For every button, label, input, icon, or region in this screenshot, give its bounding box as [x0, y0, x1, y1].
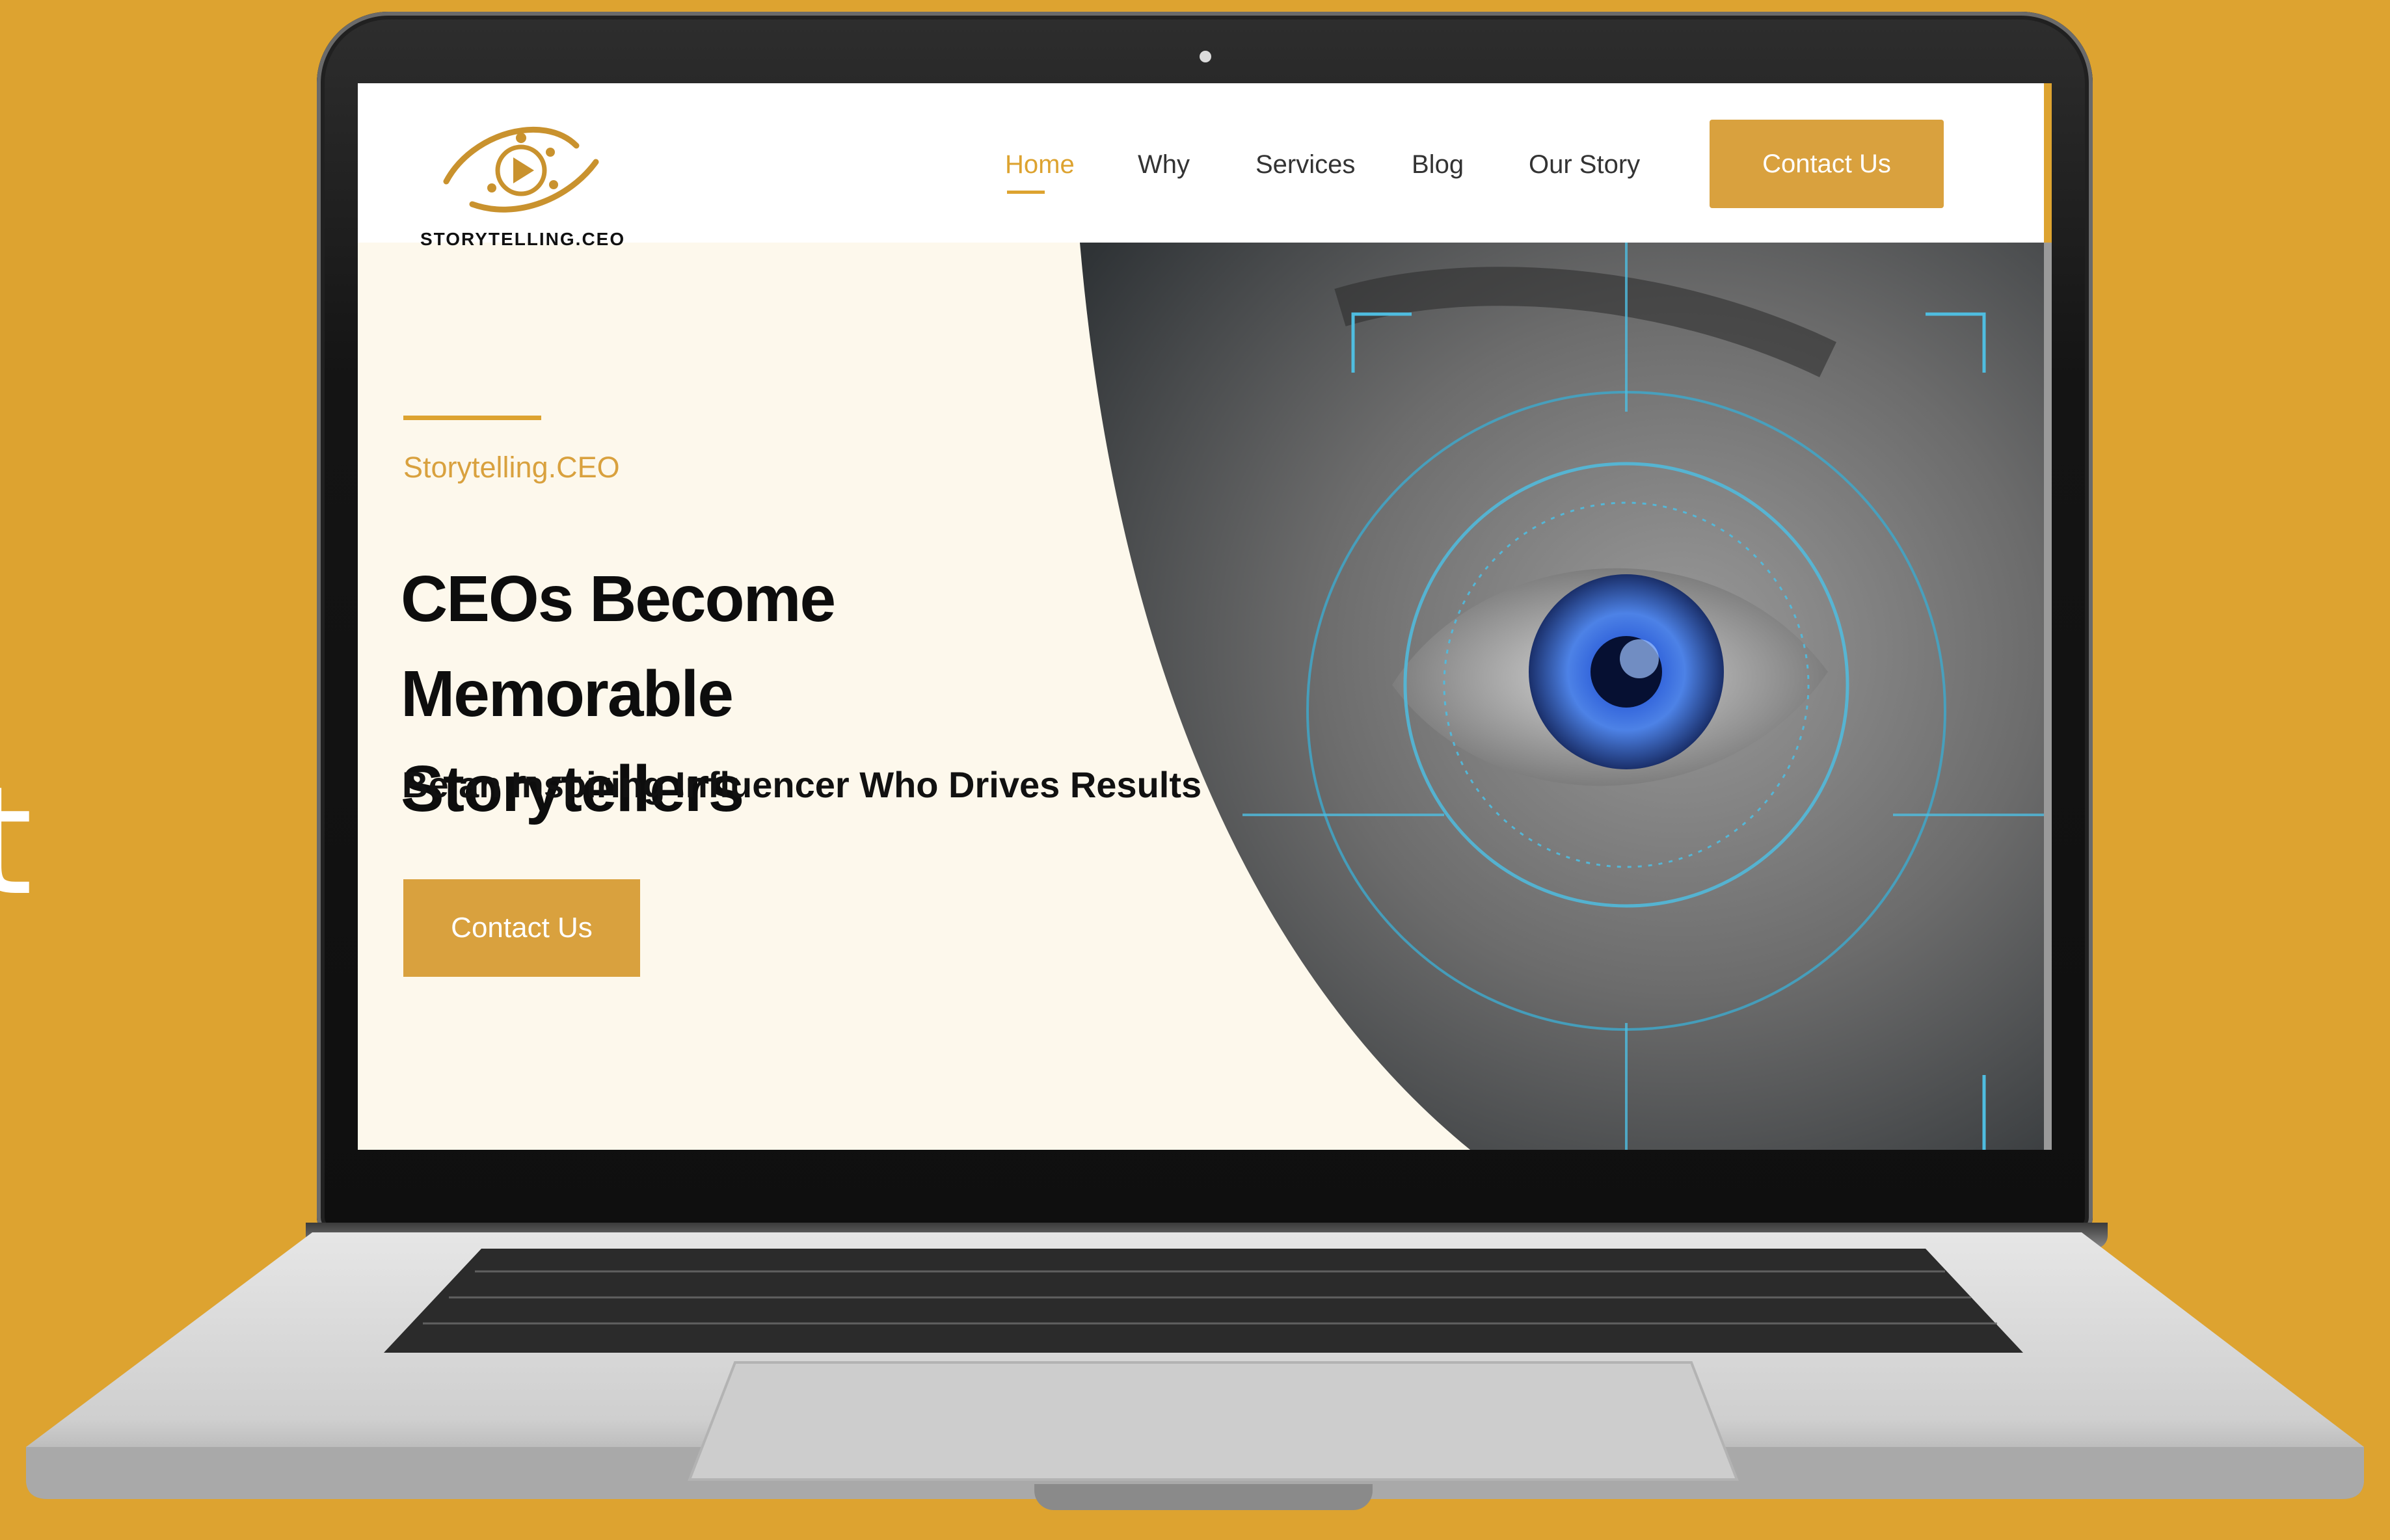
laptop-base [26, 1232, 2364, 1506]
hero-title-line-1: CEOs Become Memorable [401, 563, 836, 730]
background-partial-text: t [0, 755, 33, 929]
screen-edge [2044, 83, 2052, 243]
nav-why[interactable]: Why [1138, 150, 1190, 179]
hero-contact-button[interactable]: Contact Us [403, 879, 640, 977]
site-header: STORYTELLING.CEO Home Why Services Blog … [358, 83, 2044, 249]
eye-scan-image [1080, 243, 2044, 1150]
keyboard-graphic [26, 1232, 2364, 1499]
laptop-screen: STORYTELLING.CEO Home Why Services Blog … [358, 83, 2052, 1150]
header-contact-button[interactable]: Contact Us [1710, 120, 1944, 208]
nav-blog[interactable]: Blog [1412, 150, 1464, 179]
hero-accent-line [403, 416, 541, 420]
nav-our-story[interactable]: Our Story [1529, 150, 1640, 179]
nav-home[interactable]: Home [1005, 150, 1075, 179]
nav-active-underline [1007, 191, 1045, 194]
laptop-front-notch [1034, 1484, 1373, 1510]
webcam-icon [1200, 51, 1211, 62]
hero-eyebrow: Storytelling.CEO [403, 451, 620, 484]
nav-services[interactable]: Services [1255, 150, 1355, 179]
logo-text: STORYTELLING.CEO [420, 229, 626, 249]
screen-edge-lower [2044, 243, 2052, 1150]
